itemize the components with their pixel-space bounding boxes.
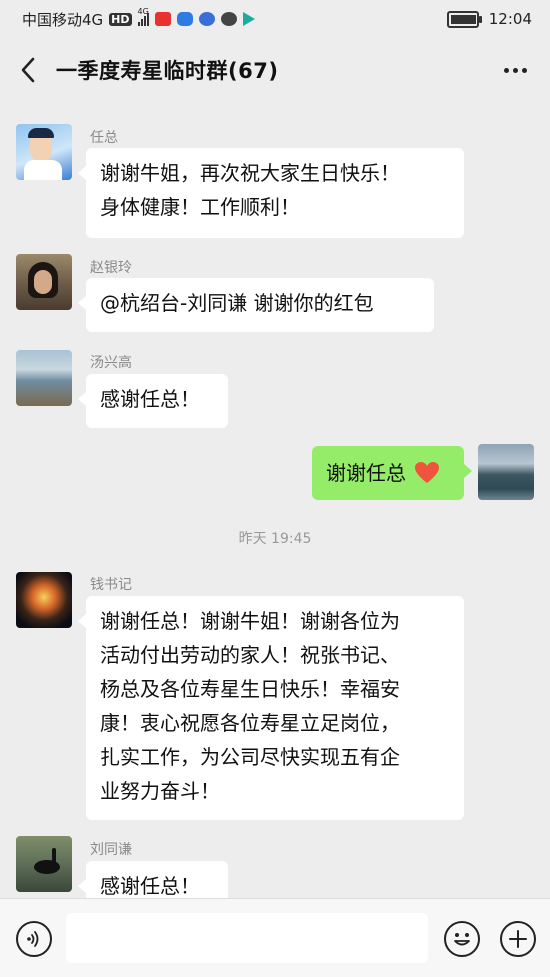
app-icon	[176, 12, 193, 26]
message-bubble[interactable]: 感谢任总！	[78, 861, 228, 898]
avatar[interactable]	[16, 254, 72, 310]
sender-name: 任总	[90, 130, 118, 146]
carrier-label: 中国移动4G	[22, 10, 104, 29]
message-text: 谢谢任总	[326, 461, 406, 485]
signal-icon: 4G	[137, 7, 149, 26]
message-text: 感谢任总！	[100, 387, 200, 411]
message-text: 业努力奋斗！	[100, 779, 220, 803]
clock: 12:04	[488, 10, 532, 28]
more-dots-icon	[503, 67, 509, 73]
timestamp: 昨天 19:45	[238, 531, 312, 547]
smiley-icon	[454, 933, 470, 946]
status-bar: 中国移动4G HD 4G 12:04	[0, 0, 550, 38]
more-options-button[interactable]	[498, 56, 532, 84]
message-text: 谢谢牛姐，再次祝大家生日快乐！	[100, 161, 400, 185]
message-text: 杨总及各位寿星生日快乐！幸福安	[100, 677, 400, 701]
message-bubble[interactable]: 谢谢任总！谢谢牛姐！谢谢各位为 活动付出劳动的家人！祝张书记、 杨总及各位寿星生…	[78, 596, 464, 820]
message-bubble[interactable]: 感谢任总！	[78, 374, 228, 428]
message-bubble[interactable]: 谢谢任总	[312, 446, 472, 500]
avatar[interactable]	[16, 572, 72, 628]
sender-name: 刘同谦	[90, 842, 132, 858]
message-list[interactable]: 任总 谢谢牛姐，再次祝大家生日快乐！ 身体健康！工作顺利！ 赵银玲 @杭绍台-刘…	[0, 102, 550, 898]
more-dot	[512, 67, 518, 73]
message-text: 活动付出劳动的家人！祝张书记、	[100, 643, 400, 667]
plus-icon	[509, 930, 527, 948]
back-button[interactable]	[0, 38, 56, 102]
more-dot	[521, 67, 527, 73]
video-app-icon	[242, 12, 255, 26]
sender-name: 钱书记	[90, 577, 132, 593]
input-bar	[0, 898, 550, 977]
network-type: 4G	[137, 7, 149, 16]
message-text: 谢谢任总！谢谢牛姐！谢谢各位为	[100, 609, 400, 633]
voice-icon	[27, 931, 39, 947]
hd-badge: HD	[109, 12, 132, 26]
message-text: 康！衷心祝愿各位寿星立足岗位，	[100, 711, 400, 735]
emoji-button[interactable]	[444, 921, 480, 957]
sender-name: 赵银玲	[90, 260, 132, 276]
message-bubble-icon	[220, 12, 237, 26]
message-text: @杭绍台-刘同谦 谢谢你的红包	[100, 291, 374, 315]
message-bubble[interactable]: @杭绍台-刘同谦 谢谢你的红包	[78, 278, 434, 332]
battery-icon	[446, 10, 482, 28]
chevron-left-icon	[21, 57, 35, 83]
avatar[interactable]	[16, 124, 72, 180]
toutiao-app-icon	[154, 12, 171, 26]
message-text: 身体健康！工作顺利！	[100, 195, 300, 219]
avatar[interactable]	[16, 836, 72, 892]
avatar[interactable]	[16, 350, 72, 406]
voice-button[interactable]	[16, 921, 52, 957]
message-text: 扎实工作，为公司尽快实现五有企	[100, 745, 400, 769]
chat-header: 一季度寿星临时群(67)	[0, 38, 550, 102]
message-input[interactable]	[66, 913, 428, 963]
baidu-app-icon	[198, 12, 215, 26]
heart-icon	[415, 462, 439, 483]
avatar[interactable]	[478, 444, 534, 500]
message-bubble[interactable]: 谢谢牛姐，再次祝大家生日快乐！ 身体健康！工作顺利！	[78, 148, 464, 238]
chat-title: 一季度寿星临时群(67)	[56, 59, 279, 83]
sender-name: 汤兴高	[90, 355, 132, 371]
message-text: 感谢任总！	[100, 874, 200, 898]
add-button[interactable]	[500, 921, 536, 957]
